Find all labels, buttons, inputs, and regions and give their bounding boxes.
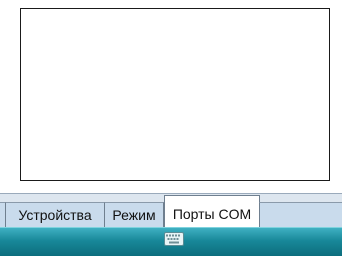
tab-devices[interactable]: Устройства [5, 202, 105, 228]
tab-mode[interactable]: Режим [104, 202, 164, 228]
keyboard-icon[interactable] [164, 232, 184, 246]
input-panel-bar [0, 227, 342, 256]
tab-com-ports[interactable]: Порты COM [164, 195, 260, 228]
tab-strip-filler [259, 202, 342, 228]
content-area [0, 0, 342, 193]
list-box[interactable] [20, 8, 330, 181]
tab-strip: Устройства Режим Порты COM [0, 193, 342, 228]
